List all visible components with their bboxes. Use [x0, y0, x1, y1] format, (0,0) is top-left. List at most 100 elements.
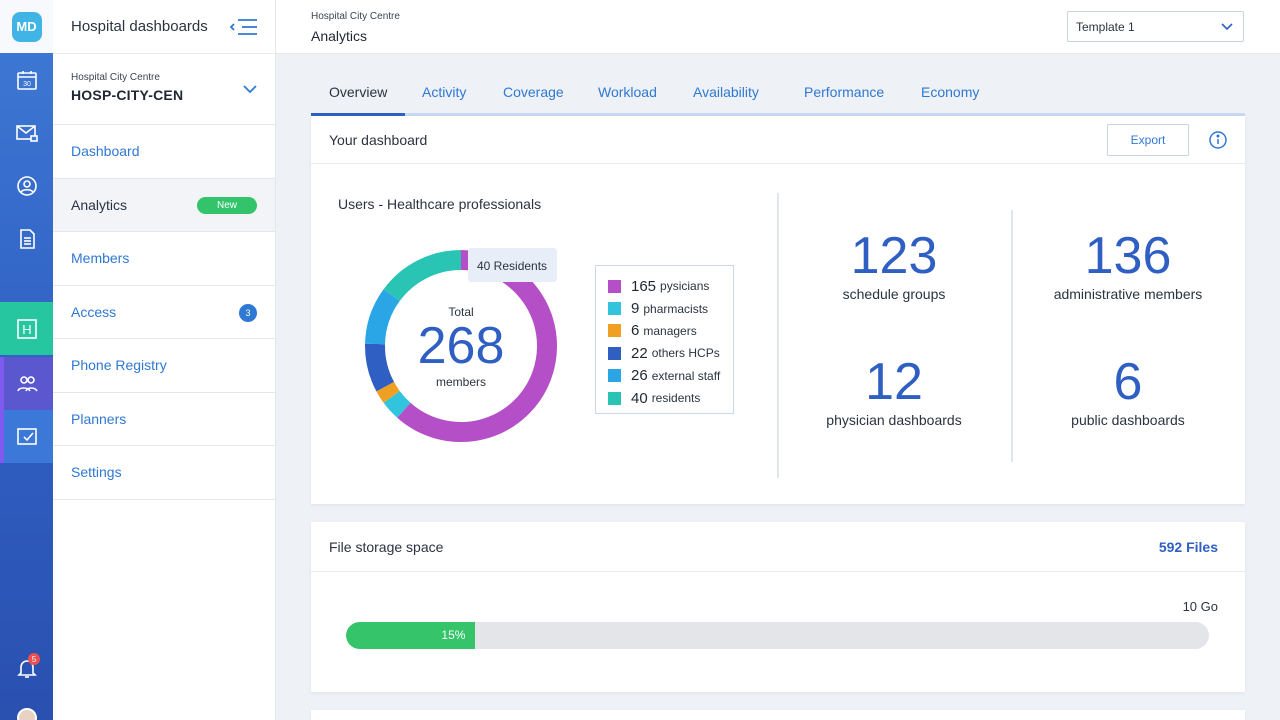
legend-count: 165 — [631, 277, 657, 295]
tab-activity[interactable]: Activity — [422, 84, 466, 116]
donut-segment-others-HCPs[interactable] — [365, 343, 395, 392]
notification-count: 5 — [28, 653, 40, 665]
stat-label: public dashboards — [1071, 412, 1185, 428]
sidebar-item-label: Analytics — [71, 196, 128, 213]
stat-public-dashboards: 6 public dashboards — [1018, 354, 1238, 428]
tab-coverage[interactable]: Coverage — [503, 84, 564, 116]
dashboard-card-header: Your dashboard Export — [311, 116, 1245, 164]
donut-segment-managers[interactable] — [376, 381, 400, 403]
legend-swatch — [608, 324, 621, 338]
donut-segment-residents[interactable] — [383, 250, 462, 302]
export-button[interactable]: Export — [1107, 124, 1189, 156]
legend-count: 6 — [631, 322, 640, 340]
sidebar-item-label: Phone Registry — [71, 357, 167, 374]
legend-label: pharmacists — [643, 301, 709, 316]
sidebar-item-settings[interactable]: Settings — [53, 446, 275, 500]
chart-tooltip: 40 Residents — [468, 248, 557, 282]
breadcrumb[interactable]: Hospital City Centre — [311, 11, 400, 22]
legend-swatch — [608, 391, 621, 405]
bell-icon[interactable]: 5 — [0, 641, 53, 694]
user-circle-icon[interactable] — [0, 159, 53, 212]
template-select[interactable]: Template 1 — [1067, 11, 1244, 42]
donut-segment-external-staff[interactable] — [365, 289, 400, 345]
storage-capacity: 10 Go — [1182, 599, 1218, 614]
legend-item: 26 external staff — [608, 365, 733, 387]
legend-count: 22 — [631, 344, 648, 362]
stat-value: 123 — [850, 227, 938, 285]
files-count[interactable]: 592 Files — [1159, 539, 1218, 555]
legend-label: pysicians — [660, 279, 710, 294]
legend-label: external staff — [651, 368, 721, 383]
info-icon[interactable] — [1209, 131, 1227, 149]
tab-overview[interactable]: Overview — [311, 84, 406, 116]
storage-progress-bar: 15% — [346, 622, 1209, 649]
sidebar: Hospital dashboards Hospital City Centre… — [53, 0, 276, 720]
app-title: Hospital dashboards — [71, 18, 208, 35]
stat-value: 12 — [865, 353, 923, 411]
mail-lock-icon[interactable] — [0, 106, 53, 159]
stat-physician-dashboards: 12 physician dashboards — [784, 354, 1004, 428]
sidebar-item-access[interactable]: Access 3 — [53, 286, 275, 339]
stat-administrative-members: 136 administrative members — [1018, 228, 1238, 302]
sidebar-header: Hospital dashboards — [53, 0, 275, 54]
svg-text:H: H — [22, 322, 31, 337]
legend-swatch — [608, 279, 621, 293]
legend-item: 6 managers — [608, 320, 733, 342]
legend-item: 22 others HCPs — [608, 342, 733, 364]
sidebar-item-label: Planners — [71, 410, 127, 427]
users-icon[interactable] — [0, 357, 53, 410]
stat-label: physician dashboards — [826, 412, 962, 428]
dashboard-card: Your dashboard Export Users - Healthcare… — [311, 116, 1245, 504]
chevron-down-icon — [1221, 23, 1233, 31]
stat-schedule-groups: 123 schedule groups — [784, 228, 1004, 302]
sidebar-item-phone-registry[interactable]: Phone Registry — [53, 339, 275, 393]
legend-label: managers — [643, 323, 697, 338]
collapse-menu-icon[interactable] — [229, 17, 259, 37]
legend-count: 40 — [631, 389, 648, 407]
app-logo[interactable]: MD — [0, 0, 53, 53]
chart-legend: 165 pysicians 9 pharmacists 6 managers 22 other… — [595, 265, 734, 414]
tab-workload[interactable]: Workload — [598, 84, 657, 116]
logo-badge: MD — [11, 11, 42, 42]
org-selector[interactable]: Hospital City Centre HOSP-CITY-CEN — [53, 54, 275, 125]
stat-value: 136 — [1084, 227, 1172, 285]
donut-segment-pharmacists[interactable] — [383, 390, 411, 418]
sidebar-item-label: Access — [71, 303, 117, 320]
divider — [777, 193, 779, 478]
avatar[interactable] — [17, 708, 37, 720]
divider — [1011, 210, 1013, 462]
org-name: Hospital City Centre — [71, 72, 160, 83]
count-badge: 3 — [239, 303, 257, 322]
chevron-down-icon — [243, 85, 257, 94]
svg-text:30: 30 — [23, 81, 31, 88]
top-bar: Hospital City Centre Analytics Template … — [276, 0, 1280, 54]
calendar-icon[interactable]: 30 — [0, 53, 53, 106]
storage-title: File storage space — [329, 539, 444, 555]
stat-label: administrative members — [1053, 286, 1203, 302]
document-icon[interactable] — [0, 212, 53, 265]
dashboard-title: Your dashboard — [329, 132, 428, 148]
sidebar-item-analytics[interactable]: Analytics New — [53, 178, 275, 232]
stat-value: 6 — [1113, 353, 1143, 411]
tab-bar: Overview Activity Coverage Workload Avai… — [311, 74, 1245, 116]
tab-economy[interactable]: Economy — [921, 84, 979, 116]
sidebar-item-label: Settings — [71, 464, 122, 481]
dashboard-check-icon[interactable] — [0, 410, 53, 463]
legend-item: 165 pysicians — [608, 275, 733, 297]
users-chart-title: Users - Healthcare professionals — [338, 196, 542, 212]
legend-count: 26 — [631, 367, 648, 385]
storage-percent: 15% — [441, 628, 466, 642]
legend-swatch — [608, 302, 621, 316]
sidebar-item-members[interactable]: Members — [53, 232, 275, 286]
sidebar-item-dashboard[interactable]: Dashboard — [53, 125, 275, 179]
tab-availability[interactable]: Availability — [693, 84, 759, 116]
tab-performance[interactable]: Performance — [804, 84, 884, 116]
sidebar-item-planners[interactable]: Planners — [53, 393, 275, 446]
legend-swatch — [608, 346, 621, 360]
hospital-icon[interactable]: H — [0, 302, 53, 355]
legend-item: 40 residents — [608, 387, 733, 409]
icon-rail: MD 30 H 5 — [0, 0, 53, 720]
storage-card: File storage space 592 Files 10 Go 15% — [311, 522, 1245, 692]
next-card — [311, 710, 1245, 720]
total-value: 268 — [417, 317, 505, 375]
